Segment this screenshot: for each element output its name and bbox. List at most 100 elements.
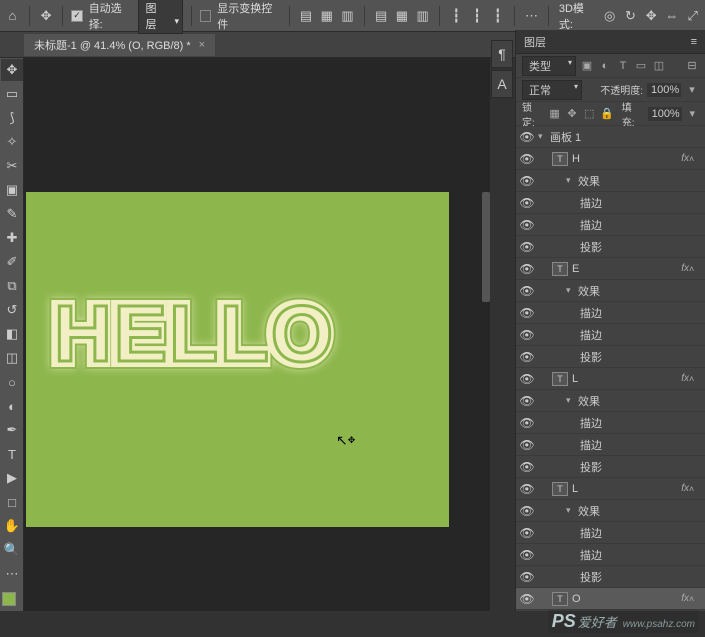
stroke-effect-row[interactable]: 👁描边 — [516, 192, 705, 214]
shadow-effect-row[interactable]: 👁投影 — [516, 456, 705, 478]
canvas-area[interactable]: HELLO ↖✥ — [24, 58, 490, 611]
filter-smart-icon[interactable]: ◫ — [652, 59, 666, 73]
expand-chevron-icon[interactable]: ▾ — [566, 285, 578, 296]
visibility-eye-icon[interactable]: 👁 — [516, 350, 538, 364]
fill-chevron-icon[interactable]: ▾ — [686, 107, 699, 121]
foreground-swatch[interactable] — [2, 592, 16, 606]
move-tool[interactable]: ✥ — [1, 59, 23, 81]
visibility-eye-icon[interactable]: 👁 — [516, 570, 538, 584]
expand-chevron-icon[interactable]: ▾ — [566, 175, 578, 186]
stroke-effect-row[interactable]: 👁描边 — [516, 544, 705, 566]
align-center-h-icon[interactable]: ▦ — [318, 7, 335, 25]
fx-badge[interactable]: fx — [681, 593, 689, 604]
visibility-eye-icon[interactable]: 👁 — [516, 130, 538, 144]
layers-panel-header[interactable]: 图层 ≡ — [516, 30, 705, 54]
stroke-effect-row[interactable]: 👁描边 — [516, 434, 705, 456]
blend-mode-dropdown[interactable]: 正常 — [522, 80, 582, 100]
fx-badge[interactable]: fx — [681, 483, 689, 494]
hand-tool[interactable]: ✋ — [1, 515, 23, 537]
fx-chevron-icon[interactable]: ˄ — [689, 594, 699, 604]
visibility-eye-icon[interactable]: 👁 — [516, 548, 538, 562]
panel-tab-paragraph[interactable]: ¶ — [491, 40, 513, 68]
visibility-eye-icon[interactable]: 👁 — [516, 592, 538, 606]
3d-roll-icon[interactable]: ↻ — [622, 7, 639, 25]
panel-menu-icon[interactable]: ≡ — [691, 36, 697, 48]
visibility-eye-icon[interactable]: 👁 — [516, 526, 538, 540]
visibility-eye-icon[interactable]: 👁 — [516, 460, 538, 474]
effects-row[interactable]: 👁▾效果 — [516, 170, 705, 192]
marquee-tool[interactable]: ▭ — [1, 83, 23, 105]
gradient-tool[interactable]: ◫ — [1, 347, 23, 369]
effects-row[interactable]: 👁▾效果 — [516, 280, 705, 302]
expand-chevron-icon[interactable]: ▾ — [538, 131, 550, 142]
auto-select-dropdown[interactable]: 图层 — [138, 0, 182, 34]
fx-chevron-icon[interactable]: ˄ — [689, 374, 699, 384]
stroke-effect-row[interactable]: 👁描边 — [516, 214, 705, 236]
pen-tool[interactable]: ✒ — [1, 419, 23, 441]
history-brush-tool[interactable]: ↺ — [1, 299, 23, 321]
crop-tool[interactable]: ✂ — [1, 155, 23, 177]
shadow-effect-row[interactable]: 👁投影 — [516, 236, 705, 258]
eyedropper-tool[interactable]: ✎ — [1, 203, 23, 225]
stamp-tool[interactable]: ⧉ — [1, 275, 23, 297]
visibility-eye-icon[interactable]: 👁 — [516, 196, 538, 210]
distribute-icon[interactable]: ┇ — [489, 7, 506, 25]
zoom-tool[interactable]: 🔍 — [1, 539, 23, 561]
move-tool-icon[interactable]: ✥ — [38, 7, 55, 25]
align-left-icon[interactable]: ▤ — [298, 7, 315, 25]
effects-row[interactable]: 👁▾效果 — [516, 390, 705, 412]
text-layer-row[interactable]: 👁TOfx˄ — [516, 588, 705, 610]
3d-slide-icon[interactable]: ⇔ — [664, 7, 681, 25]
visibility-eye-icon[interactable]: 👁 — [516, 438, 538, 452]
panel-tab-character[interactable]: A — [491, 70, 513, 98]
visibility-eye-icon[interactable]: 👁 — [516, 152, 538, 166]
distribute-v-icon[interactable]: ┇ — [469, 7, 486, 25]
home-icon[interactable]: ⌂ — [4, 7, 21, 25]
opacity-value[interactable]: 100% — [647, 83, 681, 97]
shadow-effect-row[interactable]: 👁投影 — [516, 566, 705, 588]
magic-wand-tool[interactable]: ✧ — [1, 131, 23, 153]
distribute-h-icon[interactable]: ┇ — [448, 7, 465, 25]
fx-chevron-icon[interactable]: ˄ — [689, 484, 699, 494]
blur-tool[interactable]: ○ — [1, 371, 23, 393]
lock-artboard-icon[interactable]: ⬚ — [583, 107, 596, 121]
visibility-eye-icon[interactable]: 👁 — [516, 372, 538, 386]
stroke-effect-row[interactable]: 👁描边 — [516, 324, 705, 346]
align-right-icon[interactable]: ▥ — [339, 7, 356, 25]
align-bottom-icon[interactable]: ▥ — [414, 7, 431, 25]
fx-chevron-icon[interactable]: ˄ — [689, 264, 699, 274]
overflow-icon[interactable]: ⋯ — [523, 7, 540, 25]
filter-adjust-icon[interactable]: ◐ — [598, 59, 612, 73]
fx-badge[interactable]: fx — [681, 153, 689, 164]
visibility-eye-icon[interactable]: 👁 — [516, 328, 538, 342]
filter-type-dropdown[interactable]: 类型 — [522, 56, 576, 76]
layer-tree[interactable]: 👁▾画板 1👁THfx˄👁▾效果👁描边👁描边👁投影👁TEfx˄👁▾效果👁描边👁描… — [516, 126, 705, 611]
fill-value[interactable]: 100% — [648, 107, 682, 121]
opacity-chevron-icon[interactable]: ▾ — [685, 83, 699, 97]
visibility-eye-icon[interactable]: 👁 — [516, 306, 538, 320]
more-tools[interactable]: ⋯ — [1, 563, 23, 585]
stroke-effect-row[interactable]: 👁描边 — [516, 412, 705, 434]
lock-position-icon[interactable]: ✥ — [565, 107, 578, 121]
visibility-eye-icon[interactable]: 👁 — [516, 482, 538, 496]
canvas-scrollbar[interactable] — [482, 192, 490, 302]
auto-select-checkbox[interactable]: ✓ — [71, 10, 82, 22]
lock-pixels-icon[interactable]: ▦ — [548, 107, 561, 121]
frame-tool[interactable]: ▣ — [1, 179, 23, 201]
text-layer-row[interactable]: 👁THfx˄ — [516, 148, 705, 170]
artboard-canvas[interactable]: HELLO ↖✥ — [26, 192, 449, 527]
healing-tool[interactable]: ✚ — [1, 227, 23, 249]
fx-badge[interactable]: fx — [681, 373, 689, 384]
document-tab[interactable]: 未标题-1 @ 41.4% (O, RGB/8) * × — [24, 34, 215, 56]
effects-row[interactable]: 👁▾效果 — [516, 500, 705, 522]
eraser-tool[interactable]: ◧ — [1, 323, 23, 345]
shadow-effect-row[interactable]: 👁投影 — [516, 346, 705, 368]
filter-type-icon[interactable]: T — [616, 59, 630, 73]
3d-orbit-icon[interactable]: ◎ — [601, 7, 618, 25]
dodge-tool[interactable]: ◐ — [1, 395, 23, 417]
stroke-effect-row[interactable]: 👁描边 — [516, 302, 705, 324]
3d-scale-icon[interactable]: ⤢ — [684, 7, 701, 25]
filter-pixel-icon[interactable]: ▣ — [580, 59, 594, 73]
shape-tool[interactable]: □ — [1, 491, 23, 513]
canvas-text-hello[interactable]: HELLO — [52, 288, 333, 380]
